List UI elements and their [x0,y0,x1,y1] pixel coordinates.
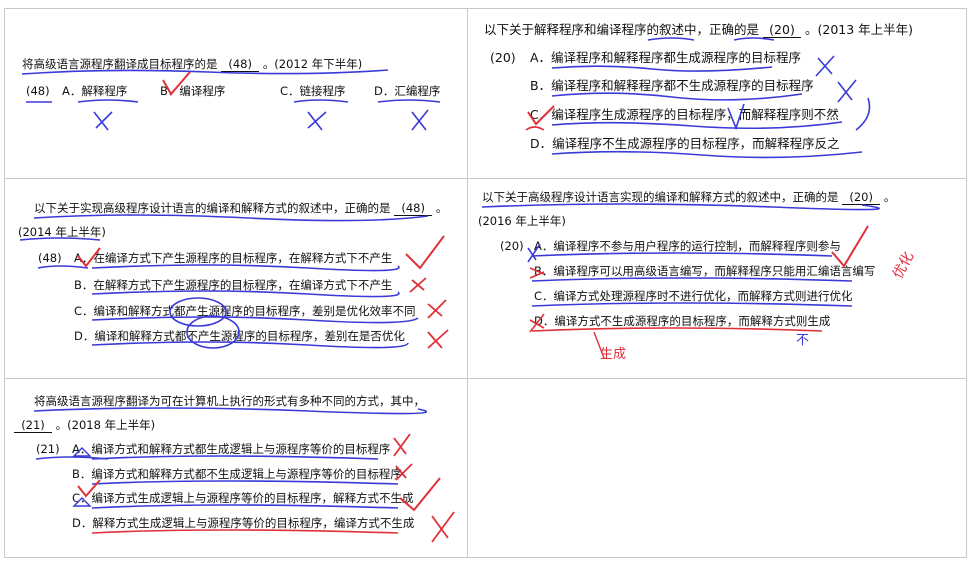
question-stem: 以下关于高级程序设计语言实现的编译和解释方式的叙述中，正确的是 (20) 。 [482,189,895,206]
option-b: B．编译程序可以用高级语言编写，而解释程序只能用汇编语言编写 [534,264,876,278]
option-c: C．编译程序生成源程序的目标程序，而解释程序则不然 [530,107,839,122]
question-number: (48) [38,251,62,265]
option-b: B．在解释方式下产生源程序的目标程序，在编译方式下不产生 [74,278,393,292]
option-b: B．编译程序和解释程序都不生成源程序的目标程序 [530,78,814,93]
option-d: D．编译程序不生成源程序的目标程序，而解释程序反之 [530,136,840,151]
question-stem: 以下关于解释程序和编译程序的叙述中，正确的是 (20) 。(2013 年上半年) [484,20,913,39]
stem-tail: 。(2012 年下半年) [262,57,363,71]
stem-tail: 。 [883,190,896,204]
question-stem: 将高级语言源程序翻译为可在计算机上执行的形式有多种不同的方式，其中， [34,394,425,408]
question-card-2016: 以下关于高级程序设计语言实现的编译和解释方式的叙述中，正确的是 (20) 。 (… [472,182,964,376]
question-card-2013: 以下关于解释程序和编译程序的叙述中，正确的是 (20) 。(2013 年上半年)… [472,12,964,176]
question-number: (20) [500,239,524,253]
handwritten-note: 不 [796,333,810,348]
stem-text: 以下关于高级程序设计语言实现的编译和解释方式的叙述中，正确的是 [482,190,839,204]
question-stem-cont: (21) 。(2018 年上半年) [14,417,155,434]
question-number: (21) [36,442,60,456]
question-card-2012: 将高级语言源程序翻译成目标程序的是 (48) 。(2012 年下半年) (48)… [8,12,464,176]
handwritten-note: 优化 [890,249,918,282]
option-a: A．解释程序 [62,84,128,98]
option-a: A．编译方式和解释方式都生成逻辑上与源程序等价的目标程序 [72,442,391,456]
answer-blank: (48) [221,57,260,72]
option-d: D．解释方式生成逻辑上与源程序等价的目标程序，编译方式不生成 [72,516,415,530]
stem-text: 以下关于解释程序和编译程序的叙述中，正确的是 [484,22,760,37]
question-number: (20) [490,50,516,65]
answer-blank: (21) [14,418,52,433]
option-b: B．编译方式和解释方式都不生成逻辑上与源程序等价的目标程序 [72,467,402,481]
option-a: A．编译程序和解释程序都生成源程序的目标程序 [530,50,802,65]
option-d: D．编译方式不生成源程序的目标程序，而解释方式则生成 [534,314,831,328]
option-c: C．编译方式生成逻辑上与源程序等价的目标程序，解释方式不生成 [72,491,414,505]
grid-vertical-divider [467,8,468,558]
question-stem: 将高级语言源程序翻译成目标程序的是 (48) 。(2012 年下半年) [22,56,362,73]
question-stem: 以下关于实现高级程序设计语言的编译和解释方式的叙述中，正确的是 (48) 。 [34,200,447,217]
option-c: C．链接程序 [280,84,346,98]
answer-blank: (48) [394,201,433,216]
stem-tail: 。(2013 年上半年) [804,22,914,37]
question-year: (2014 年上半年) [18,225,106,239]
option-c: C．编译和解释方式都产生源程序的目标程序，差别是优化效率不同 [74,304,416,318]
question-year: (2016 年上半年) [478,214,566,228]
question-card-2018: 将高级语言源程序翻译为可在计算机上执行的形式有多种不同的方式，其中， (21) … [8,382,464,556]
answer-blank: (20) [763,23,801,38]
stem-text: 将高级语言源程序翻译成目标程序的是 [22,57,218,71]
stem-tail: 。(2018 年上半年) [55,418,156,432]
question-card-2014: 以下关于实现高级程序设计语言的编译和解释方式的叙述中，正确的是 (48) 。 (… [8,182,464,376]
answer-blank: (20) [842,190,881,205]
grid-divider-row1 [4,178,967,179]
option-b: B．编译程序 [160,84,226,98]
option-c: C．编译方式处理源程序时不进行优化，而解释方式则进行优化 [534,289,853,303]
grid-divider-row2 [4,378,967,379]
handwritten-note: 生成 [600,347,627,362]
question-number: (48) [26,84,50,98]
stem-tail: 。 [435,201,448,215]
option-a: A．编译程序不参与用户程序的运行控制，而解释程序则参与 [534,239,841,253]
option-d: D．汇编程序 [374,84,441,98]
option-d: D．编译和解释方式都不产生源程序的目标程序，差别在是否优化 [74,329,405,343]
option-a: A．在编译方式下产生源程序的目标程序，在解释方式下不产生 [74,251,393,265]
stem-text: 以下关于实现高级程序设计语言的编译和解释方式的叙述中，正确的是 [34,201,391,215]
